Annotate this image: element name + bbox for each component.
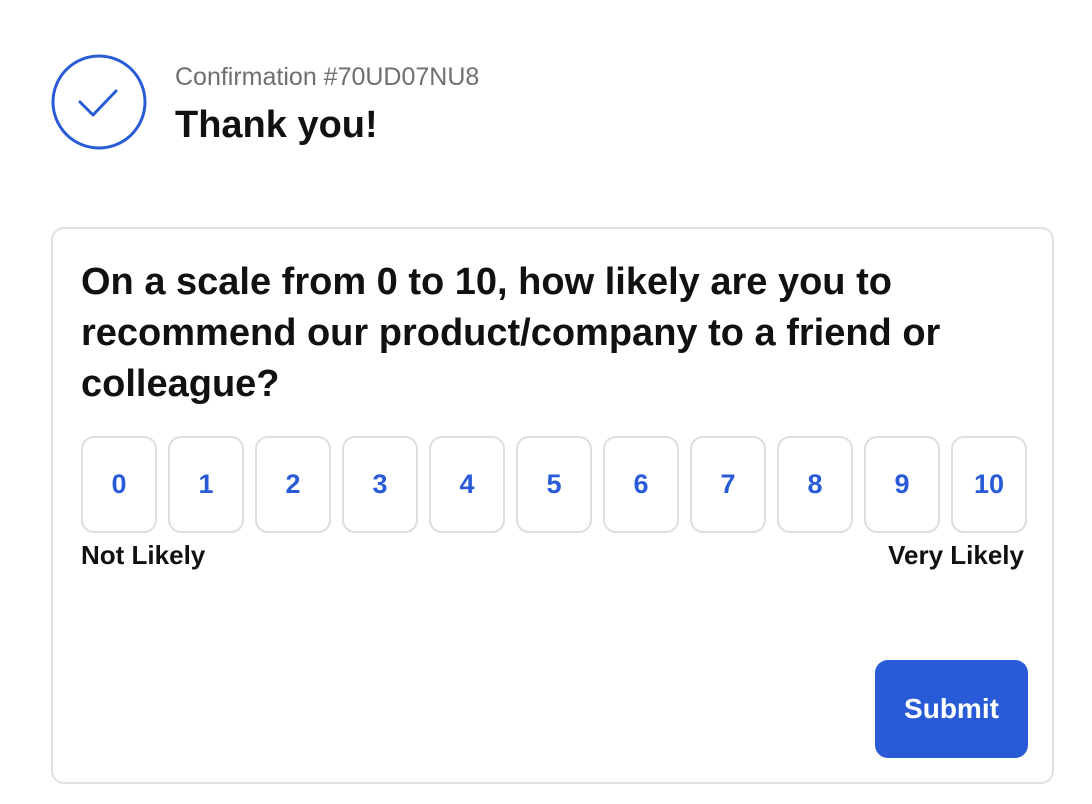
- scale-low-label: Not Likely: [81, 540, 206, 570]
- rating-option-2[interactable]: 2: [255, 436, 331, 533]
- rating-option-3[interactable]: 3: [342, 436, 418, 533]
- scale-high-label: Very Likely: [888, 540, 1024, 570]
- page: Confirmation #70UD07NU8 Thank you! On a …: [0, 0, 1092, 804]
- rating-option-4[interactable]: 4: [429, 436, 505, 533]
- rating-option-7[interactable]: 7: [690, 436, 766, 533]
- rating-option-6[interactable]: 6: [603, 436, 679, 533]
- rating-option-8[interactable]: 8: [777, 436, 853, 533]
- submit-button[interactable]: Submit: [875, 660, 1028, 758]
- rating-option-9[interactable]: 9: [864, 436, 940, 533]
- rating-option-10[interactable]: 10: [951, 436, 1027, 533]
- rating-scale: 0 1 2 3 4 5 6 7 8 9 10: [81, 436, 1027, 533]
- confirmation-number: Confirmation #70UD07NU8: [175, 63, 480, 91]
- check-circle-icon: [51, 54, 147, 150]
- rating-option-0[interactable]: 0: [81, 436, 157, 533]
- survey-question: On a scale from 0 to 10, how likely are …: [81, 261, 941, 405]
- rating-option-5[interactable]: 5: [516, 436, 592, 533]
- page-title: Thank you!: [175, 104, 378, 146]
- rating-option-1[interactable]: 1: [168, 436, 244, 533]
- survey-card: On a scale from 0 to 10, how likely are …: [51, 227, 1054, 784]
